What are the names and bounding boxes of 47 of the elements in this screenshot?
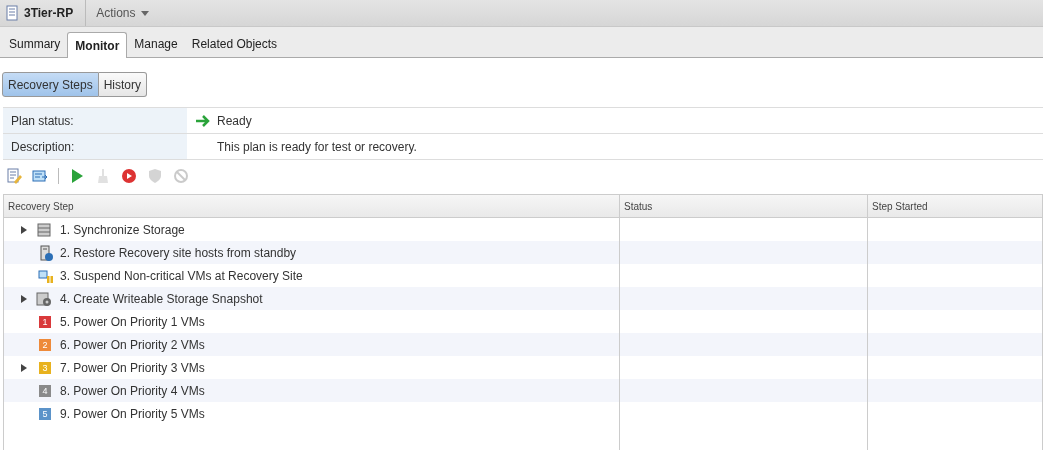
- view-toggle[interactable]: Recovery Steps: [2, 72, 99, 97]
- field-value: This plan is ready for test or recovery.: [217, 139, 417, 154]
- edit-icon[interactable]: [6, 168, 22, 184]
- column-header[interactable]: Recovery Step: [4, 195, 620, 218]
- storage-gear-icon: [36, 290, 52, 307]
- object-title: 3Tier-RP: [20, 0, 87, 26]
- field-label: Plan status:: [3, 108, 187, 134]
- priority-badge: 1: [39, 315, 51, 328]
- step-name: 1. Synchronize Storage: [60, 222, 185, 237]
- step-name: 8. Power On Priority 4 VMs: [60, 383, 205, 398]
- tab[interactable]: Related Objects: [184, 33, 285, 55]
- priority-badge: 5: [39, 407, 51, 420]
- tab[interactable]: Summary: [2, 33, 68, 55]
- step-name: 9. Power On Priority 5 VMs: [60, 406, 205, 421]
- expand-icon[interactable]: [20, 225, 28, 234]
- caret-icon: [140, 10, 149, 16]
- run-step-icon[interactable]: [32, 168, 48, 184]
- column-header[interactable]: Status: [620, 195, 868, 218]
- column-header[interactable]: Step Started: [868, 195, 1043, 218]
- step-name: 7. Power On Priority 3 VMs: [60, 360, 205, 375]
- play-icon[interactable]: [69, 168, 85, 184]
- actions-menu[interactable]: Actions: [86, 6, 159, 20]
- field-value: Ready: [217, 113, 252, 128]
- table-row[interactable]: 2 6. Power On Priority 2 VMs: [4, 333, 1043, 356]
- field-label: Description:: [3, 134, 187, 160]
- document-icon: [4, 5, 20, 21]
- storage-icon: [36, 221, 52, 238]
- table-row[interactable]: 2. Restore Recovery site hosts from standby: [4, 241, 1043, 264]
- priority-badge: 2: [39, 338, 51, 351]
- priority-badge: 3: [39, 361, 51, 374]
- priority-badge: 4: [39, 384, 51, 397]
- vm-suspend-icon: [38, 267, 54, 284]
- expand-icon[interactable]: [20, 363, 28, 372]
- arrow-icon: [195, 112, 211, 129]
- step-name: 6. Power On Priority 2 VMs: [60, 337, 205, 352]
- tab[interactable]: Manage: [127, 33, 185, 55]
- tab[interactable]: Monitor: [67, 32, 128, 58]
- table-row[interactable]: 4 8. Power On Priority 4 VMs: [4, 379, 1043, 402]
- view-toggle[interactable]: History: [98, 72, 148, 97]
- table-row[interactable]: 4. Create Writeable Storage Snapshot: [4, 287, 1043, 310]
- step-name: 3. Suspend Non-critical VMs at Recovery Site: [60, 268, 303, 283]
- stop-icon[interactable]: [121, 168, 137, 184]
- expand-icon[interactable]: [20, 294, 28, 303]
- step-name: 4. Create Writeable Storage Snapshot: [60, 291, 263, 306]
- step-name: 5. Power On Priority 1 VMs: [60, 314, 205, 329]
- step-name: 2. Restore Recovery site hosts from standby: [60, 245, 297, 260]
- host-icon: [38, 244, 54, 261]
